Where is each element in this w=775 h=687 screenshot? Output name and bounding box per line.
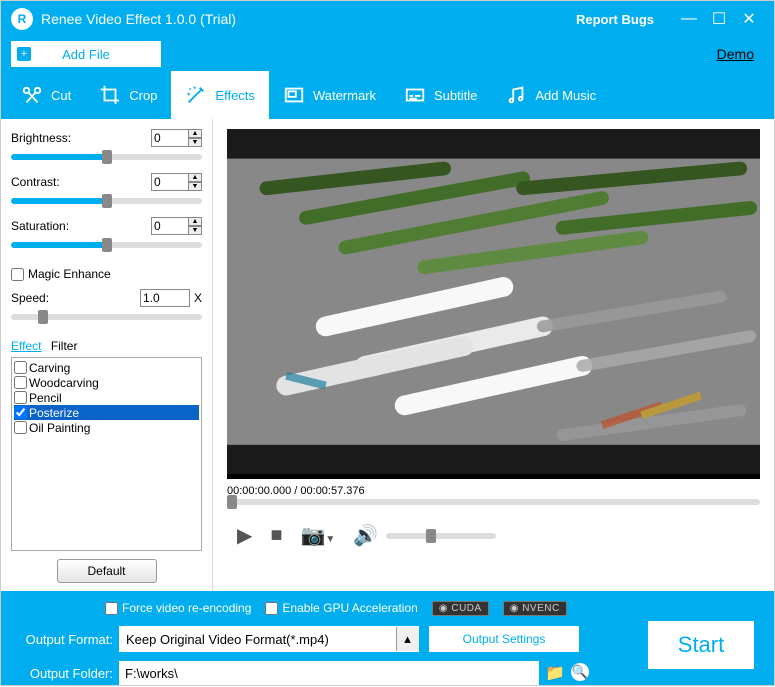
brightness-down[interactable]: ▼ <box>188 138 202 147</box>
effect-item-posterize[interactable]: Posterize <box>14 405 199 420</box>
tab-add-music[interactable]: Add Music <box>491 71 610 119</box>
brightness-label: Brightness: <box>11 131 77 145</box>
wand-icon <box>185 84 207 106</box>
open-folder-icon[interactable]: 🔍 <box>571 663 589 681</box>
tab-add-music-label: Add Music <box>535 88 596 103</box>
speed-slider[interactable] <box>11 314 202 320</box>
subtitle-icon <box>404 84 426 106</box>
bottom-bar: Force video re-encoding Enable GPU Accel… <box>1 591 774 685</box>
saturation-slider[interactable] <box>11 242 202 248</box>
contrast-down[interactable]: ▼ <box>188 182 202 191</box>
browse-folder-icon[interactable]: 📁 <box>545 663 565 683</box>
contrast-slider[interactable] <box>11 198 202 204</box>
preview-panel: 00:00:00.000 / 00:00:57.376 ▶ ■ 📷▼ 🔊 <box>213 119 774 591</box>
output-folder-label: Output Folder: <box>15 666 119 681</box>
saturation-input[interactable] <box>151 217 189 235</box>
volume-icon[interactable]: 🔊 <box>353 523 378 548</box>
contrast-input[interactable] <box>151 173 189 191</box>
music-icon <box>505 84 527 106</box>
sub-bar: + Add File Demo <box>1 37 774 71</box>
tab-effects-label: Effects <box>215 88 255 103</box>
effect-list[interactable]: Carving Woodcarving Pencil Posterize Oil… <box>11 357 202 551</box>
gpu-accel-checkbox[interactable]: Enable GPU Acceleration <box>265 601 417 615</box>
tab-watermark[interactable]: Watermark <box>269 71 390 119</box>
brightness-input[interactable] <box>151 129 189 147</box>
magic-enhance-label: Magic Enhance <box>28 267 111 281</box>
effect-tab-link[interactable]: Effect <box>11 339 41 353</box>
speed-unit: X <box>194 291 202 305</box>
tab-cut[interactable]: Cut <box>7 71 85 119</box>
effect-item-oil-painting[interactable]: Oil Painting <box>14 420 199 435</box>
effects-panel: Brightness: ▲▼ Contrast: ▲▼ Saturation: … <box>1 119 213 591</box>
tab-crop[interactable]: Crop <box>85 71 171 119</box>
tab-watermark-label: Watermark <box>313 88 376 103</box>
add-file-label: Add File <box>62 47 110 62</box>
tool-tabs: Cut Crop Effects Watermark Subtitle Add … <box>1 71 774 119</box>
contrast-label: Contrast: <box>11 175 77 189</box>
magic-enhance-checkbox[interactable]: Magic Enhance <box>11 267 202 281</box>
seek-slider[interactable] <box>227 499 760 505</box>
stop-button[interactable]: ■ <box>270 524 282 547</box>
saturation-label: Saturation: <box>11 219 77 233</box>
output-format-value: Keep Original Video Format(*.mp4) <box>126 632 329 647</box>
title-bar: R Renee Video Effect 1.0.0 (Trial) Repor… <box>1 1 774 37</box>
add-file-button[interactable]: + Add File <box>11 41 161 67</box>
maximize-button[interactable]: ☐ <box>704 9 734 29</box>
output-settings-button[interactable]: Output Settings <box>429 626 579 652</box>
speed-label: Speed: <box>11 291 77 305</box>
snapshot-button[interactable]: 📷▼ <box>300 523 335 548</box>
play-button[interactable]: ▶ <box>237 523 252 548</box>
contrast-up[interactable]: ▲ <box>188 173 202 182</box>
force-reencode-checkbox[interactable]: Force video re-encoding <box>105 601 251 615</box>
volume-slider[interactable] <box>386 533 496 539</box>
effect-item-pencil[interactable]: Pencil <box>14 390 199 405</box>
plus-icon: + <box>17 47 31 61</box>
cuda-badge: ◉ CUDA <box>432 601 489 616</box>
tab-subtitle[interactable]: Subtitle <box>390 71 491 119</box>
minimize-button[interactable]: — <box>674 10 704 28</box>
start-button[interactable]: Start <box>648 621 754 669</box>
app-logo-icon: R <box>11 8 33 30</box>
app-title: Renee Video Effect 1.0.0 (Trial) <box>41 11 236 27</box>
saturation-up[interactable]: ▲ <box>188 217 202 226</box>
default-button[interactable]: Default <box>57 559 157 583</box>
tab-crop-label: Crop <box>129 88 157 103</box>
watermark-icon <box>283 84 305 106</box>
scissors-icon <box>21 84 43 106</box>
speed-input[interactable] <box>140 289 190 307</box>
tab-subtitle-label: Subtitle <box>434 88 477 103</box>
effect-item-woodcarving[interactable]: Woodcarving <box>14 375 199 390</box>
output-format-label: Output Format: <box>15 632 119 647</box>
close-button[interactable]: ✕ <box>734 9 764 29</box>
video-preview[interactable] <box>227 129 760 479</box>
crop-icon <box>99 84 121 106</box>
brightness-slider[interactable] <box>11 154 202 160</box>
report-bugs-link[interactable]: Report Bugs <box>576 12 654 27</box>
tab-cut-label: Cut <box>51 88 71 103</box>
format-dropdown-icon[interactable]: ▴ <box>396 627 418 651</box>
nvenc-badge: ◉ NVENC <box>503 601 567 616</box>
effect-item-carving[interactable]: Carving <box>14 360 199 375</box>
output-folder-input[interactable] <box>119 661 539 685</box>
saturation-down[interactable]: ▼ <box>188 226 202 235</box>
preview-image <box>227 129 760 474</box>
tab-effects[interactable]: Effects <box>171 71 269 119</box>
output-format-select[interactable]: Keep Original Video Format(*.mp4) ▴ <box>119 626 419 652</box>
demo-link[interactable]: Demo <box>717 46 754 62</box>
filter-tab-link[interactable]: Filter <box>51 339 78 353</box>
brightness-up[interactable]: ▲ <box>188 129 202 138</box>
